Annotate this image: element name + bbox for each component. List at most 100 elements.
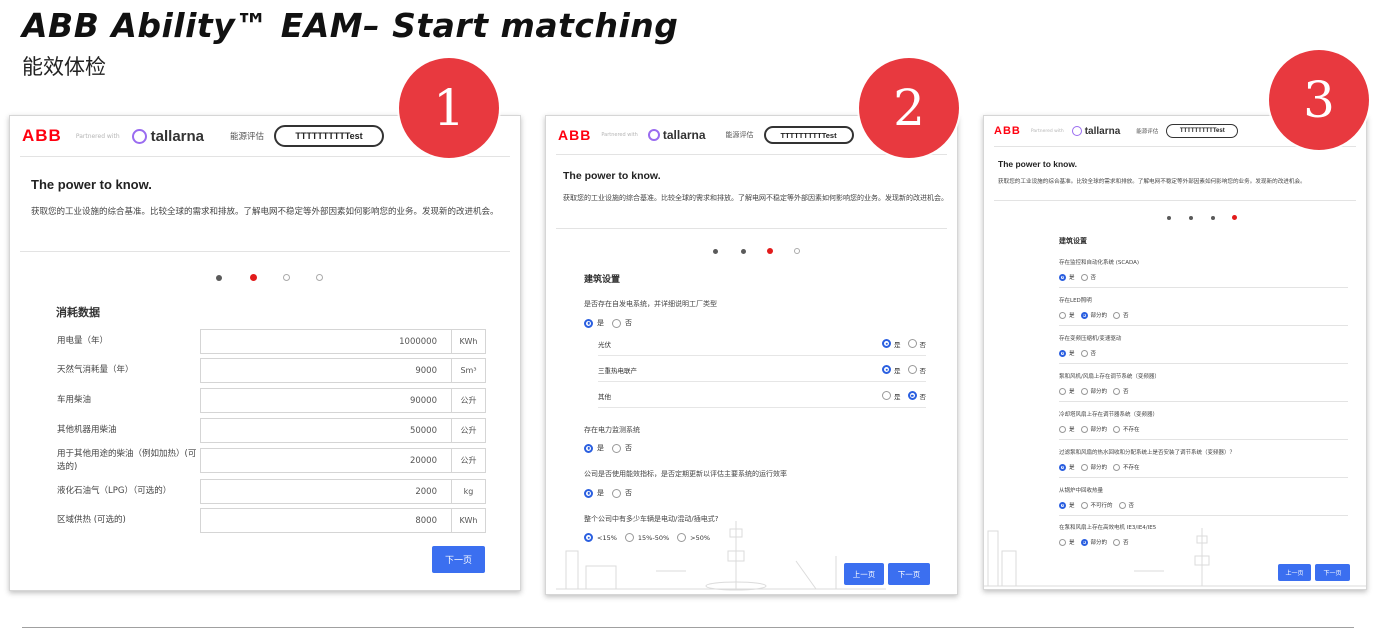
tallarna-ring-icon bbox=[1071, 126, 1082, 136]
step-badge-3: 3 bbox=[1269, 50, 1369, 150]
radio-yes[interactable] bbox=[882, 391, 891, 400]
step-badge-1: 1 bbox=[399, 58, 499, 158]
radio-yes[interactable] bbox=[584, 488, 593, 498]
radio-yes[interactable] bbox=[1059, 387, 1066, 395]
radio-yes[interactable] bbox=[1059, 273, 1066, 281]
field-label: 车用柴油 bbox=[57, 395, 92, 406]
form-row: 液化石油气（LPG）（可选的） 2000 kg bbox=[57, 479, 497, 504]
question-label: 存在电力监测系统 bbox=[584, 426, 640, 434]
radio-partial[interactable] bbox=[1080, 463, 1088, 471]
radio-label: 是 bbox=[894, 366, 901, 375]
radio-no[interactable] bbox=[1080, 273, 1088, 281]
radio-label: 是 bbox=[1069, 465, 1075, 471]
vehicle-diesel-input[interactable]: 90000 bbox=[200, 388, 452, 413]
user-pill-button[interactable]: TTTTTTTTTTest bbox=[763, 126, 854, 144]
radio-none[interactable] bbox=[1113, 463, 1121, 471]
tallarna-logo: tallarna bbox=[647, 128, 706, 142]
tallarna-wordmark: tallarna bbox=[662, 128, 706, 142]
slide-subtitle: 能效体检 bbox=[22, 55, 106, 79]
radio-not-applicable[interactable] bbox=[1080, 501, 1088, 509]
step-badge-2: 2 bbox=[859, 58, 959, 158]
next-page-button[interactable]: 下一页 bbox=[432, 546, 485, 573]
step-dot-2[interactable] bbox=[250, 274, 257, 281]
form-row: 车用柴油 90000 公升 bbox=[57, 388, 497, 413]
radio-no[interactable] bbox=[1113, 387, 1121, 395]
radio-yes[interactable] bbox=[584, 318, 593, 328]
radio-yes[interactable] bbox=[1059, 463, 1066, 471]
machine-diesel-input[interactable]: 50000 bbox=[200, 418, 452, 443]
form-row: 用于其他用途的柴油（例如加热）(可选的) 20000 公升 bbox=[57, 448, 497, 473]
radio-label: 是 bbox=[597, 444, 604, 452]
question-label: 存在LED照明 bbox=[1059, 298, 1092, 304]
step-dot-2[interactable] bbox=[1189, 215, 1193, 220]
radio-yes[interactable] bbox=[882, 365, 891, 374]
radio-yes[interactable] bbox=[882, 339, 891, 348]
radio-no[interactable] bbox=[907, 339, 917, 348]
prev-page-button[interactable]: 上一页 bbox=[1278, 564, 1311, 581]
form-row: 天然气消耗量（年） 9000 Sm³ bbox=[57, 358, 497, 383]
natural-gas-input[interactable]: 9000 bbox=[200, 358, 452, 383]
hero-title: The power to know. bbox=[998, 159, 1078, 169]
user-pill-button[interactable]: TTTTTTTTTTest bbox=[274, 125, 385, 147]
radio-partial[interactable] bbox=[1080, 387, 1088, 395]
question-label: 冷却塔风扇上存在调节器系统（变频器） bbox=[1059, 412, 1159, 418]
step-indicator bbox=[713, 248, 800, 254]
form-row: 其他机器用柴油 50000 公升 bbox=[57, 418, 497, 443]
step-dot-3[interactable] bbox=[1211, 215, 1215, 220]
step-dot-4[interactable] bbox=[1232, 215, 1237, 220]
radio-group: 是 部分的 否 bbox=[1059, 387, 1129, 395]
electricity-input[interactable]: 1000000 bbox=[200, 329, 452, 354]
radio-label: 不存在 bbox=[1123, 427, 1140, 433]
other-diesel-input[interactable]: 20000 bbox=[200, 448, 452, 473]
radio-partial[interactable] bbox=[1080, 311, 1088, 319]
radio-no[interactable] bbox=[907, 391, 917, 400]
radio-yes[interactable] bbox=[1059, 425, 1066, 433]
radio-label: 是 bbox=[1069, 351, 1075, 357]
tallarna-wordmark: tallarna bbox=[150, 127, 205, 145]
sub-question-row: 三重热电联产 是 否 bbox=[598, 358, 926, 382]
lpg-input[interactable]: 2000 bbox=[200, 479, 452, 504]
radio-none[interactable] bbox=[1113, 425, 1121, 433]
step-dot-1[interactable] bbox=[1167, 215, 1171, 220]
energy-assessment-link[interactable]: 能源评估 bbox=[1136, 127, 1158, 135]
step-dot-4[interactable] bbox=[794, 248, 800, 254]
radio-label: 否 bbox=[1090, 275, 1097, 281]
next-page-button[interactable]: 下一页 bbox=[1315, 564, 1350, 581]
radio-no[interactable] bbox=[907, 365, 917, 374]
radio-partial[interactable] bbox=[1080, 425, 1088, 433]
radio-no[interactable] bbox=[1080, 349, 1088, 357]
radio-group: 是 否 bbox=[882, 391, 926, 401]
hero-description: 获取您的工业设施的综合基准。比较全球的需求和排放。了解电网不稳定等外部因素如何影… bbox=[563, 194, 948, 202]
radio-yes[interactable] bbox=[1059, 311, 1066, 319]
radio-label: 否 bbox=[1123, 313, 1129, 319]
radio-yes[interactable] bbox=[584, 443, 593, 453]
radio-label: 否 bbox=[625, 489, 632, 497]
radio-no[interactable] bbox=[1113, 311, 1121, 319]
energy-assessment-link[interactable]: 能源评估 bbox=[726, 130, 754, 140]
step-dot-3[interactable] bbox=[767, 248, 773, 254]
radio-label: 是 bbox=[1069, 313, 1075, 319]
district-heating-input[interactable]: 8000 bbox=[200, 508, 452, 533]
next-page-button[interactable]: 下一页 bbox=[888, 563, 930, 585]
prev-page-button[interactable]: 上一页 bbox=[844, 563, 884, 585]
sub-question-label: 光伏 bbox=[598, 340, 611, 349]
step-dot-4[interactable] bbox=[316, 274, 323, 281]
radio-label: 是 bbox=[1069, 427, 1075, 433]
radio-no[interactable] bbox=[612, 443, 621, 453]
step-dot-1[interactable] bbox=[216, 274, 222, 281]
step-dot-3[interactable] bbox=[283, 274, 290, 281]
step-dot-1[interactable] bbox=[713, 248, 718, 254]
radio-no[interactable] bbox=[612, 488, 621, 498]
radio-yes[interactable] bbox=[1059, 349, 1066, 357]
step-dot-2[interactable] bbox=[741, 248, 746, 254]
user-pill-button[interactable]: TTTTTTTTTTest bbox=[1166, 124, 1239, 138]
radio-no[interactable] bbox=[612, 318, 621, 328]
radio-no[interactable] bbox=[1118, 501, 1126, 509]
tallarna-logo: tallarna bbox=[131, 127, 205, 145]
radio-yes[interactable] bbox=[1059, 501, 1066, 509]
energy-assessment-link[interactable]: 能源评估 bbox=[230, 130, 264, 142]
bottom-divider bbox=[22, 627, 1354, 628]
radio-label: 否 bbox=[919, 340, 927, 349]
radio-label: 是 bbox=[894, 340, 901, 349]
field-label: 液化石油气（LPG）（可选的） bbox=[57, 486, 172, 497]
